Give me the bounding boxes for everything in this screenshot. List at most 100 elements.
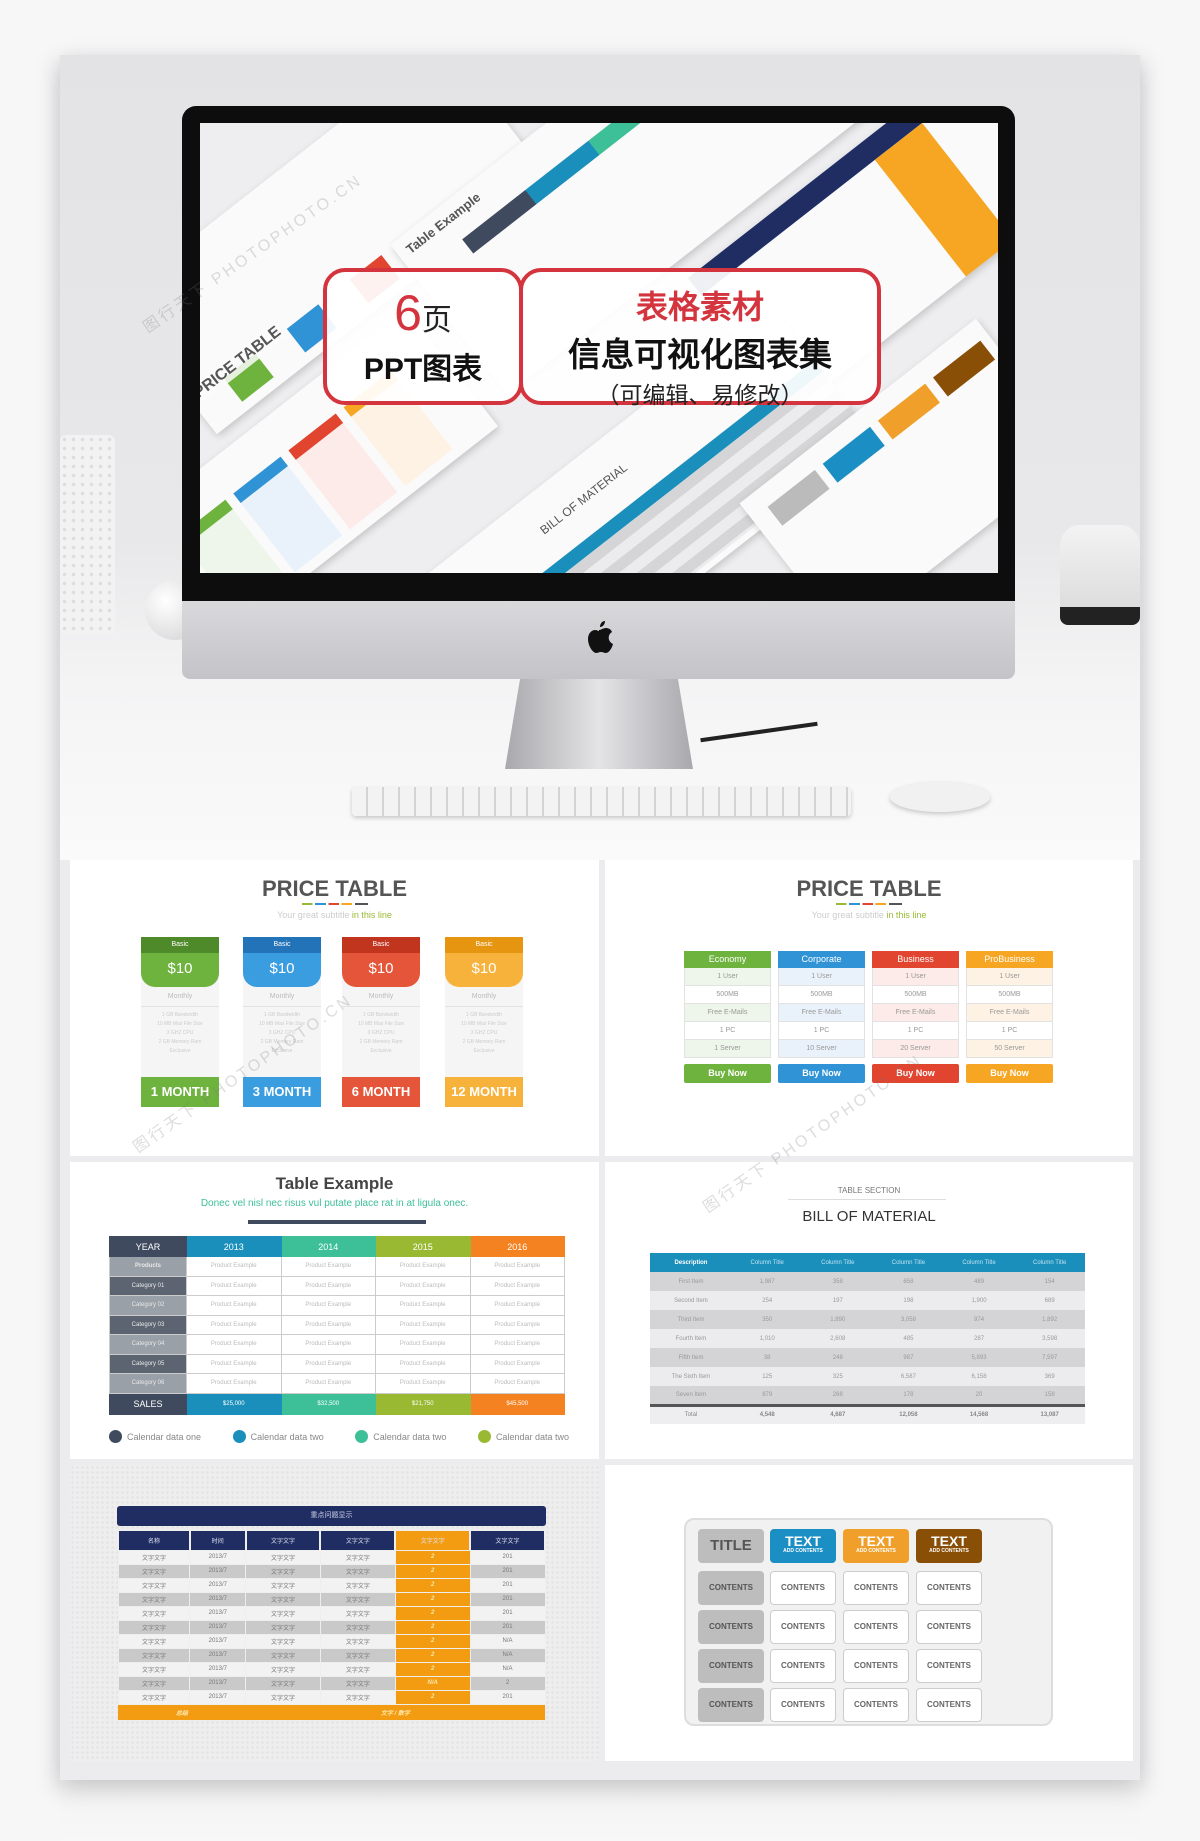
term-button[interactable]: 6 MONTH: [342, 1077, 420, 1107]
price: $10: [342, 953, 420, 987]
table-cell: 6,158: [971, 1373, 987, 1380]
plan-feature: 1 PC: [684, 1022, 771, 1040]
heading-text: TEXT: [931, 1533, 967, 1549]
table-cell: 文字文字: [117, 1633, 191, 1649]
panel-content-grid: TITLE TEXT ADD CONTENTS TEXT ADD CONTENTS TEX…: [605, 1465, 1133, 1761]
billing-period: Monthly: [141, 987, 219, 1007]
callout-page-count: 6页 PPT图表: [323, 268, 523, 405]
table-cell: Second Item: [674, 1297, 708, 1304]
table-cell: 358: [832, 1278, 843, 1285]
buy-now-button[interactable]: Buy Now: [778, 1064, 865, 1083]
plan-feature: 1 PC: [778, 1022, 865, 1040]
buy-now-button[interactable]: Buy Now: [684, 1064, 771, 1083]
table-cell: 2013/7: [189, 1563, 247, 1579]
term-button[interactable]: 12 MONTH: [445, 1077, 523, 1107]
tier-label: Basic: [141, 937, 219, 953]
table-cell: 2013/7: [189, 1689, 247, 1705]
grid-heading: TEXT ADD CONTENTS: [843, 1529, 909, 1563]
table-cell: Product Example: [280, 1334, 376, 1355]
table-cell: Product Example: [280, 1295, 376, 1316]
table-cell: 2: [394, 1605, 471, 1621]
tier-label: Basic: [445, 937, 523, 953]
table-row: 文字文字 2013/7 文字文字 文字文字 2 201: [117, 1577, 546, 1593]
legend-swatch: [109, 1430, 122, 1443]
table-cell: 2013/7: [189, 1675, 247, 1691]
table-cell: 文字文字: [117, 1563, 191, 1579]
table-cell: N/A: [469, 1647, 546, 1663]
table-cell: 文字文字: [117, 1661, 191, 1677]
subtitle-part: Your great subtitle: [811, 910, 887, 920]
table-cell: 38: [763, 1354, 771, 1361]
plan-column: Economy 1 User 500MB Free E-Mails 1 PC 1 Serv…: [684, 951, 771, 1083]
table-cell: 1,987: [759, 1278, 775, 1285]
feature: 3 GHZ CPU: [166, 1030, 194, 1036]
table-cell: 198: [903, 1297, 914, 1304]
plan-feature: 50 Server: [966, 1040, 1053, 1058]
term-button[interactable]: 3 MONTH: [243, 1077, 321, 1107]
column-header: 文字文字: [244, 1529, 322, 1550]
billing-period: Monthly: [445, 987, 523, 1007]
panel-title: Table Example: [275, 1174, 394, 1193]
plan-name: ProBusiness: [966, 951, 1053, 968]
table-cell: 2: [394, 1661, 471, 1677]
table-cell: 文字文字: [245, 1591, 321, 1607]
table-cell: 201: [469, 1563, 546, 1579]
grid-heading: TEXT ADD CONTENTS: [770, 1529, 836, 1563]
table-cell: 2: [394, 1563, 471, 1579]
sales-label: SALES: [109, 1392, 187, 1415]
table-cell: 2,608: [830, 1335, 846, 1342]
plan-feature: Free E-Mails: [872, 1004, 959, 1022]
table-cell: Product Example: [375, 1314, 471, 1335]
subtitle-emphasis: in this line: [351, 910, 392, 920]
panel-title: PRICE TABLE: [261, 876, 408, 901]
feature: 2 GB Memory Ram: [462, 1039, 506, 1045]
table-cell: 5,893: [971, 1354, 987, 1361]
legend-item: Calendar data two: [232, 1430, 324, 1443]
table-cell: 3,058: [900, 1316, 916, 1323]
table-row: Category 03 Product Example Product Exampl…: [109, 1314, 565, 1335]
table-cell: 文字文字: [319, 1647, 396, 1663]
table-row: First Item 1,987 358 658 489 154: [650, 1272, 1085, 1291]
grid-cell: CONTENTS: [843, 1610, 909, 1644]
table-cell: 20: [975, 1391, 983, 1398]
plan-column: Corporate 1 User 500MB Free E-Mails 1 PC 10 S…: [778, 951, 865, 1083]
table-cell: 1,010: [759, 1335, 775, 1342]
table-cell: 文字文字: [319, 1689, 396, 1705]
highlight-table: 名称 时间 文字文字 文字文字 文字文字 文字文字 文字文字 2013/7 文字文字 文字文字 2 2…: [117, 1529, 546, 1720]
table-row: 文字文字 2013/7 文字文字 文字文字 2 201: [117, 1591, 546, 1607]
plan-name: Corporate: [778, 951, 865, 968]
bom-table: Description Column Title Column Title Colum…: [650, 1253, 1085, 1424]
table-cell: 2013/7: [189, 1661, 247, 1677]
table-cell: Product Example: [375, 1275, 471, 1296]
table-cell: Product Example: [375, 1295, 471, 1316]
table-row: Category 04 Product Example Product Exampl…: [109, 1334, 565, 1355]
price-card: Basic $10 Monthly 1 GB Bandwidth 10 MB Max F…: [445, 937, 523, 1107]
plan-feature: 500MB: [966, 986, 1053, 1004]
table-cell: 201: [469, 1577, 546, 1593]
row-label: Category 01: [109, 1275, 187, 1296]
table-cell: 879: [762, 1391, 773, 1398]
table-cell: 文字文字: [117, 1549, 191, 1565]
feature-list: 1 GB Bandwidth 10 MB Max File Size 3 GHZ C…: [141, 1007, 219, 1056]
table-cell: Product Example: [280, 1256, 376, 1277]
table-cell: 287: [974, 1335, 985, 1342]
table-cell: 2: [394, 1549, 471, 1565]
legend-label: Calendar data two: [250, 1431, 324, 1442]
table-cell: 154: [1044, 1278, 1055, 1285]
sales-value: $32,500: [280, 1392, 376, 1415]
table-cell: First Item: [678, 1278, 704, 1285]
table-row: 文字文字 2013/7 文字文字 文字文字 2 201: [117, 1563, 546, 1579]
grid-row-label: CONTENTS: [698, 1649, 764, 1683]
table-cell: 文字文字: [117, 1689, 191, 1705]
buy-now-button[interactable]: Buy Now: [966, 1064, 1053, 1083]
column-header: 文字文字: [469, 1529, 546, 1550]
tier-label: Basic: [342, 937, 420, 953]
table-row: The Sixth Item 125 325 6,587 6,158 369: [650, 1367, 1085, 1386]
table-cell: Product Example: [186, 1353, 282, 1374]
column-header: Column Title: [1014, 1253, 1085, 1272]
table-cell: Product Example: [469, 1373, 565, 1394]
feature: 10 MB Max File Size: [358, 1021, 404, 1027]
table-cell: 文字文字: [245, 1689, 321, 1705]
table-cell: Fourth Item: [675, 1335, 707, 1342]
table-cell: 文字文字: [117, 1577, 191, 1593]
